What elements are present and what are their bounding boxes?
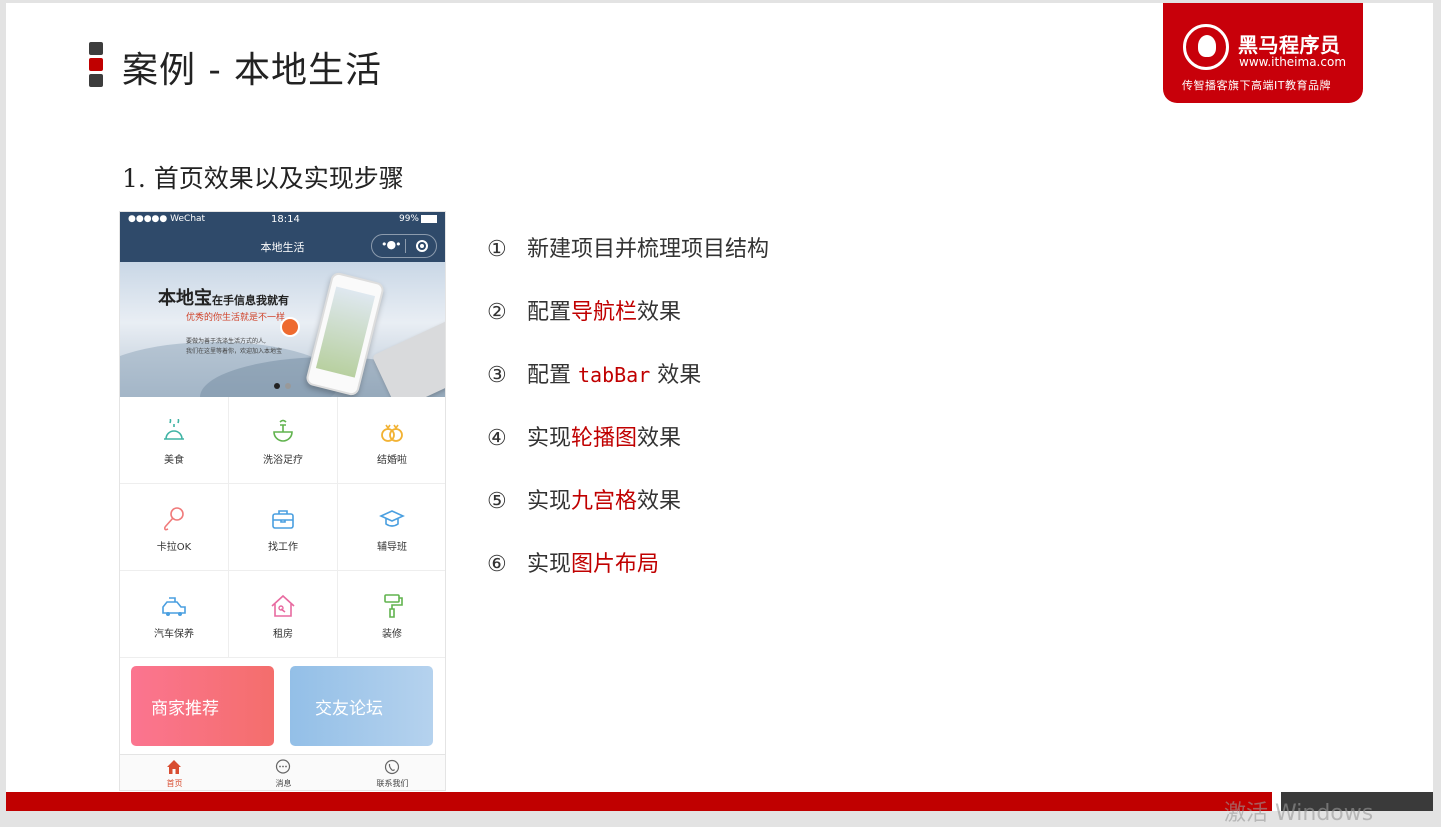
food-icon [164, 419, 184, 440]
paint-roller-icon [384, 594, 403, 618]
grid-item[interactable]: 汽车保养 [120, 571, 229, 658]
home-icon [167, 760, 181, 774]
grid-item[interactable]: 洗浴足疗 [229, 397, 338, 484]
slide-title: 案例 - 本地生活 [122, 50, 383, 91]
slide-subtitle: 1. 首页效果以及实现步骤 [122, 164, 404, 193]
logo-url: www.itheima.com [1239, 55, 1347, 69]
carousel-dot-active[interactable] [274, 383, 280, 389]
status-time: 18:14 [271, 214, 300, 225]
step-item: ⑤ 实现九宫格效果 [487, 489, 682, 514]
logo-slogan: 传智播客旗下高端IT教育品牌 [1182, 79, 1331, 92]
graduation-cap-icon [379, 510, 405, 527]
horse-logo-icon [1183, 24, 1229, 70]
friends-forum-card[interactable]: 交友论坛 [290, 666, 433, 746]
windows-activation-watermark: 激活 Windows [1224, 801, 1374, 826]
house-icon [271, 594, 295, 617]
car-icon [162, 597, 186, 616]
phone-icon [384, 759, 400, 775]
banner-headline: 本地宝在手信息我就有 [158, 288, 289, 309]
tab-contact[interactable]: 联系我们 [338, 755, 445, 790]
step-item: ① 新建项目并梳理项目结构 [487, 237, 770, 262]
banner-tagline: 优秀的你生活就是不一样 [186, 313, 286, 323]
bath-icon [273, 419, 293, 442]
tab-bar: 首页 消息 联系我们 [120, 754, 445, 790]
banner-orange-decoration [280, 317, 300, 337]
rings-icon [381, 424, 403, 442]
briefcase-icon [272, 510, 294, 529]
carousel-banner[interactable]: 本地宝在手信息我就有 优秀的你生活就是不一样 要做为善于洗涤生活方式的人, 我们在… [120, 262, 445, 397]
step-item: ④ 实现轮播图效果 [487, 426, 682, 451]
grid-item[interactable]: 结婚啦 [338, 397, 445, 484]
battery-indicator: 99% [399, 214, 437, 224]
battery-icon [421, 214, 437, 223]
grid-item[interactable]: 找工作 [229, 484, 338, 571]
itheima-logo: 黑马程序员 www.itheima.com 传智播客旗下高端IT教育品牌 [1163, 3, 1363, 103]
tab-home[interactable]: 首页 [120, 755, 229, 790]
image-layout: 商家推荐 交友论坛 [120, 658, 445, 754]
grid-item[interactable]: 辅导班 [338, 484, 445, 571]
close-miniprogram-icon[interactable] [416, 240, 428, 252]
footer-bar [6, 792, 1272, 811]
message-icon [275, 759, 291, 774]
step-item: ② 配置导航栏效果 [487, 300, 682, 325]
grid-item[interactable]: 美食 [120, 397, 229, 484]
grid-item[interactable]: 租房 [229, 571, 338, 658]
capsule-menu[interactable]: •●• [371, 234, 437, 258]
grid-item[interactable]: 装修 [338, 571, 445, 658]
carousel-dot[interactable] [285, 383, 291, 389]
banner-desc: 要做为善于洗涤生活方式的人, 我们在这里等着你，欢迎加入本地宝 [186, 338, 283, 355]
logo-brand: 黑马程序员 [1238, 33, 1341, 57]
tab-messages[interactable]: 消息 [229, 755, 338, 790]
navigation-bar: ●●●●● WeChat 18:14 99% 本地生活 •●• [120, 212, 445, 262]
signal-indicator: ●●●●● WeChat [128, 214, 206, 224]
title-marker [89, 42, 103, 90]
microphone-icon [164, 507, 184, 531]
grid-item[interactable]: 卡拉OK [120, 484, 229, 571]
phone-screenshot: ●●●●● WeChat 18:14 99% 本地生活 •●• 本地宝在手信息我… [119, 211, 446, 791]
step-item: ③ 配置 tabBar 效果 [487, 363, 702, 388]
more-icon[interactable]: •●• [381, 238, 402, 251]
merchant-recommend-card[interactable]: 商家推荐 [131, 666, 274, 746]
step-item: ⑥ 实现图片布局 [487, 552, 660, 577]
